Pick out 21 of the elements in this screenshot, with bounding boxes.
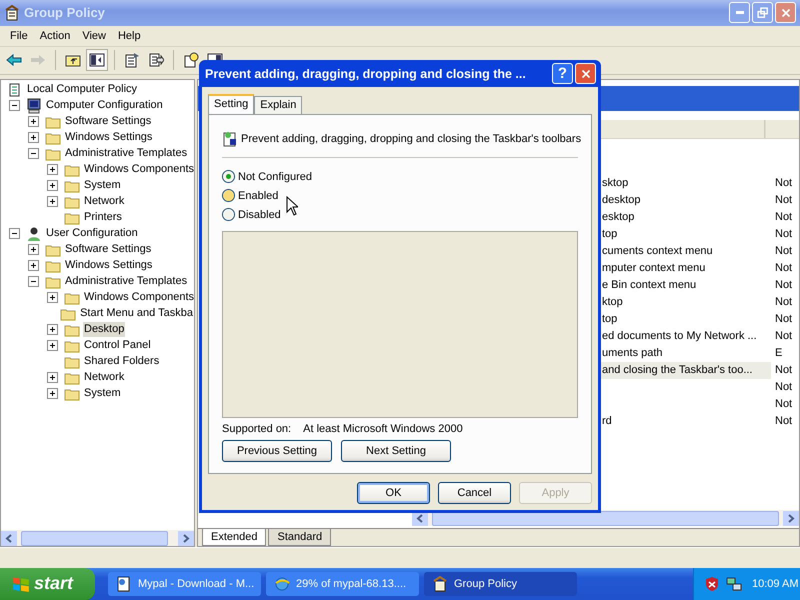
setting-state: Not xyxy=(775,381,792,394)
setting-state: Not xyxy=(775,228,792,240)
clock: 10:09 AM xyxy=(752,578,798,590)
setting-state: Not xyxy=(775,211,792,224)
setting-state: Not xyxy=(775,194,792,206)
supported-label: Supported on: xyxy=(222,423,292,435)
setting-state: Not xyxy=(775,262,792,274)
dialog-title: Prevent adding, dragging, dropping and closing the ... xyxy=(204,66,527,80)
window-title: Group Policy xyxy=(24,5,105,20)
policy-heading: Prevent adding, dragging, dropping and closing the Taskbar's toolbars xyxy=(241,133,582,145)
setting-state: Not xyxy=(775,364,792,376)
supported-value: At least Microsoft Windows 2000 xyxy=(303,423,463,435)
setting-state: E xyxy=(775,347,782,360)
setting-state: Not xyxy=(775,330,792,342)
setting-state: Not xyxy=(775,398,792,410)
setting-state: Not xyxy=(775,245,792,258)
setting-state: Not xyxy=(775,415,792,428)
setting-state: Not xyxy=(775,177,792,190)
setting-state: Not xyxy=(775,313,792,326)
setting-state: Not xyxy=(775,296,792,308)
setting-state: Not xyxy=(775,279,792,292)
